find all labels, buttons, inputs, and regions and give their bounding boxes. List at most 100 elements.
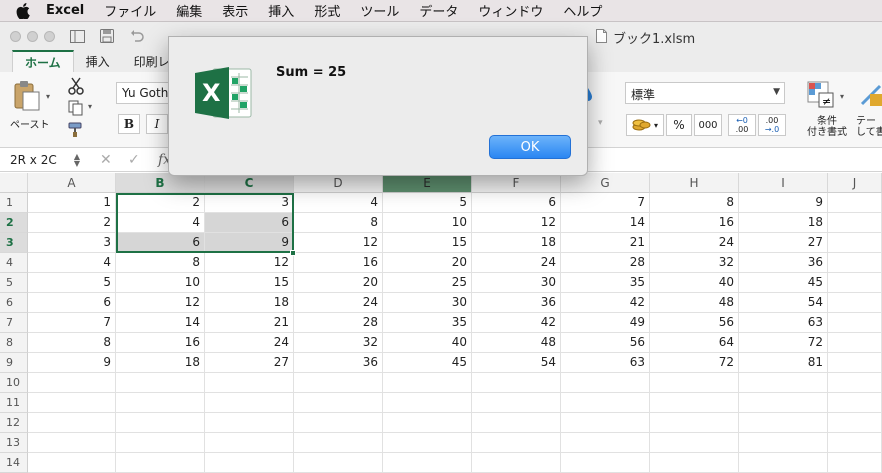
cell[interactable]: 3 [28,233,116,253]
menu-file[interactable]: ファイル [104,1,156,20]
menu-tools[interactable]: ツール [360,1,399,20]
cell[interactable] [828,453,882,473]
cell[interactable]: 12 [116,293,205,313]
cell[interactable]: 10 [116,273,205,293]
cell[interactable]: 16 [116,333,205,353]
cell[interactable]: 6 [205,213,294,233]
cell[interactable]: 2 [28,213,116,233]
cell[interactable]: 4 [294,193,383,213]
copy-dropdown-icon[interactable]: ▾ [88,102,92,111]
cell[interactable] [650,373,739,393]
column-header[interactable]: G [561,173,650,193]
cell[interactable]: 14 [561,213,650,233]
cell[interactable]: 30 [383,293,472,313]
cell[interactable]: 21 [561,233,650,253]
row-header[interactable]: 9 [0,353,28,373]
cell[interactable] [561,393,650,413]
cell[interactable] [205,373,294,393]
column-header[interactable]: C [205,173,294,193]
column-header[interactable]: A [28,173,116,193]
cell[interactable] [294,393,383,413]
format-as-table-icon[interactable] [858,80,882,110]
row-header[interactable]: 5 [0,273,28,293]
cell[interactable] [739,453,828,473]
cell[interactable] [472,453,561,473]
name-box-stepper-icon[interactable]: ▲ ▼ [74,153,80,168]
cell[interactable] [205,453,294,473]
cell[interactable]: 63 [561,353,650,373]
cell[interactable]: 28 [294,313,383,333]
cell[interactable]: 20 [294,273,383,293]
column-header[interactable]: H [650,173,739,193]
row-header[interactable]: 7 [0,313,28,333]
column-header[interactable]: I [739,173,828,193]
decrease-decimal-button[interactable]: .00 →.0 [758,114,786,136]
column-header[interactable]: D [294,173,383,193]
increase-decimal-button[interactable]: ←0 .00 [728,114,756,136]
cell[interactable] [561,373,650,393]
ok-button[interactable]: OK [489,135,571,159]
cell[interactable] [383,413,472,433]
cell[interactable]: 16 [294,253,383,273]
cell[interactable]: 27 [205,353,294,373]
menu-format[interactable]: 形式 [314,1,340,20]
cell[interactable] [828,413,882,433]
cell[interactable]: 42 [561,293,650,313]
cell[interactable]: 36 [739,253,828,273]
undo-icon[interactable] [129,28,145,44]
row-header[interactable]: 6 [0,293,28,313]
cell[interactable]: 24 [294,293,383,313]
cell[interactable] [28,373,116,393]
cell[interactable] [828,253,882,273]
row-header[interactable]: 13 [0,433,28,453]
cell[interactable] [472,413,561,433]
cell[interactable]: 12 [294,233,383,253]
cell[interactable]: 4 [116,213,205,233]
fill-handle[interactable] [290,250,296,256]
menu-insert[interactable]: 挿入 [268,1,294,20]
cell[interactable] [739,393,828,413]
cell[interactable] [472,433,561,453]
cell[interactable]: 72 [650,353,739,373]
cell[interactable] [561,413,650,433]
cell[interactable] [828,333,882,353]
cell[interactable]: 25 [383,273,472,293]
conditional-formatting-label[interactable]: 条件 付き書式 [806,116,848,138]
cell[interactable]: 32 [650,253,739,273]
select-all-corner[interactable] [0,173,28,193]
cell[interactable]: 14 [116,313,205,333]
cell[interactable]: 3 [205,193,294,213]
cell[interactable]: 7 [28,313,116,333]
cell[interactable]: 30 [472,273,561,293]
cell[interactable] [28,453,116,473]
cancel-entry-icon[interactable]: ✕ [100,152,112,168]
cell[interactable] [472,373,561,393]
cell[interactable] [28,413,116,433]
cell[interactable] [828,233,882,253]
cell[interactable]: 8 [294,213,383,233]
cell[interactable]: 32 [294,333,383,353]
cell[interactable] [650,433,739,453]
cell[interactable]: 9 [739,193,828,213]
cell[interactable] [561,433,650,453]
conditional-formatting-dropdown-icon[interactable]: ▾ [840,92,844,101]
italic-button[interactable]: I [146,114,168,134]
menu-help[interactable]: ヘルプ [563,1,602,20]
cell[interactable] [294,433,383,453]
cell[interactable]: 9 [28,353,116,373]
tab-insert[interactable]: 挿入 [74,50,122,72]
cell[interactable]: 5 [383,193,472,213]
row-header[interactable]: 3 [0,233,28,253]
currency-format-button[interactable]: ▾ [626,114,664,136]
font-name-field[interactable]: Yu Gothi [116,82,176,104]
cell[interactable]: 45 [739,273,828,293]
cell[interactable] [739,433,828,453]
menu-app-excel[interactable]: Excel [46,3,84,18]
tab-home[interactable]: ホーム [12,50,74,72]
cell[interactable] [828,313,882,333]
row-header[interactable]: 12 [0,413,28,433]
copy-icon[interactable] [66,98,86,118]
cell[interactable] [828,273,882,293]
menu-view[interactable]: 表示 [222,1,248,20]
column-header[interactable]: B [116,173,205,193]
